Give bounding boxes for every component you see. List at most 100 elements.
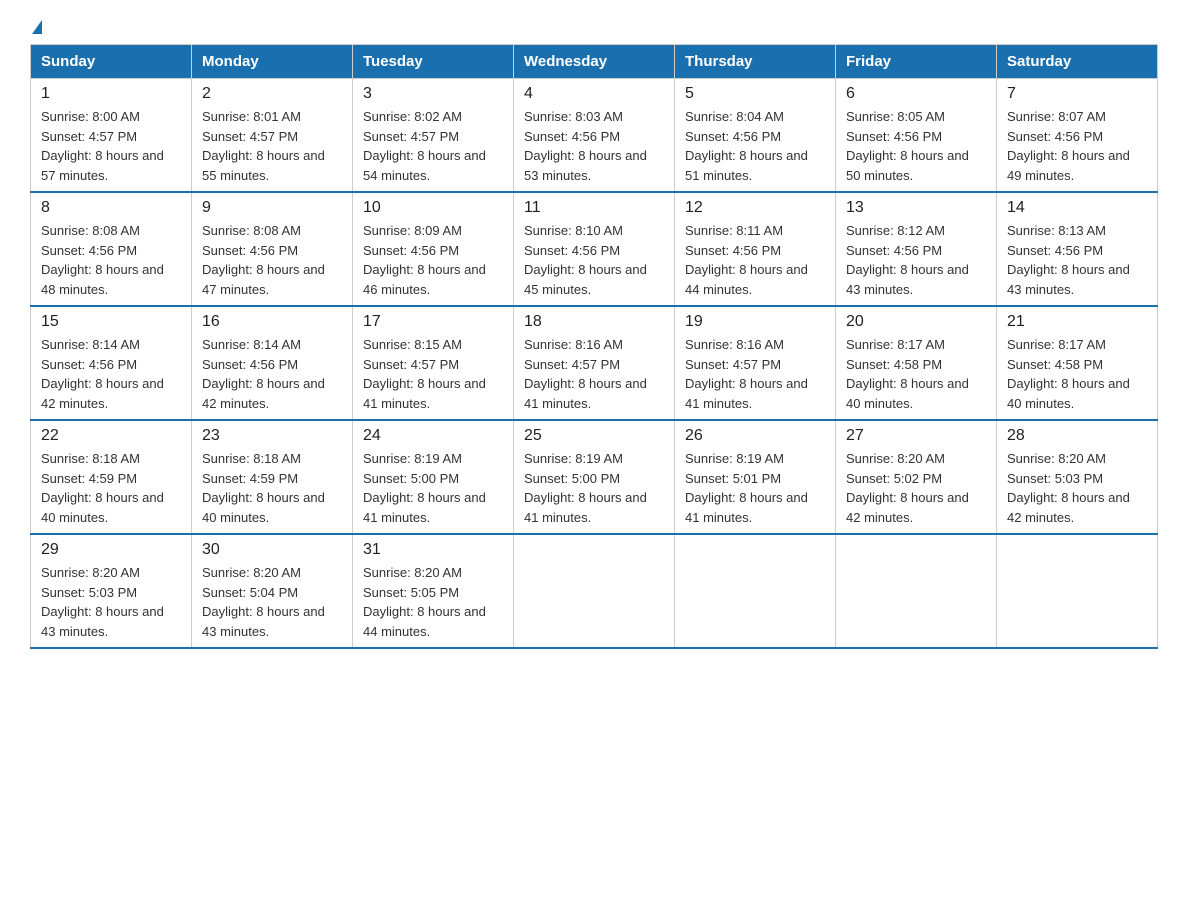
day-info: Sunrise: 8:01 AMSunset: 4:57 PMDaylight:… (202, 109, 325, 183)
calendar-cell: 22 Sunrise: 8:18 AMSunset: 4:59 PMDaylig… (31, 420, 192, 534)
calendar-cell: 1 Sunrise: 8:00 AMSunset: 4:57 PMDayligh… (31, 79, 192, 193)
day-info: Sunrise: 8:20 AMSunset: 5:05 PMDaylight:… (363, 565, 486, 639)
weekday-header-sunday: Sunday (31, 45, 192, 79)
calendar-cell (675, 534, 836, 648)
day-info: Sunrise: 8:05 AMSunset: 4:56 PMDaylight:… (846, 109, 969, 183)
day-number: 8 (41, 199, 181, 217)
calendar-cell: 31 Sunrise: 8:20 AMSunset: 5:05 PMDaylig… (353, 534, 514, 648)
weekday-header-tuesday: Tuesday (353, 45, 514, 79)
day-info: Sunrise: 8:19 AMSunset: 5:01 PMDaylight:… (685, 451, 808, 525)
calendar-cell: 21 Sunrise: 8:17 AMSunset: 4:58 PMDaylig… (997, 306, 1158, 420)
day-number: 6 (846, 85, 986, 103)
day-info: Sunrise: 8:09 AMSunset: 4:56 PMDaylight:… (363, 223, 486, 297)
day-number: 22 (41, 427, 181, 445)
day-number: 30 (202, 541, 342, 559)
day-number: 28 (1007, 427, 1147, 445)
weekday-header-friday: Friday (836, 45, 997, 79)
day-info: Sunrise: 8:13 AMSunset: 4:56 PMDaylight:… (1007, 223, 1130, 297)
calendar-week-row: 1 Sunrise: 8:00 AMSunset: 4:57 PMDayligh… (31, 79, 1158, 193)
calendar-week-row: 8 Sunrise: 8:08 AMSunset: 4:56 PMDayligh… (31, 192, 1158, 306)
weekday-header-wednesday: Wednesday (514, 45, 675, 79)
day-number: 5 (685, 85, 825, 103)
day-number: 26 (685, 427, 825, 445)
day-number: 16 (202, 313, 342, 331)
day-info: Sunrise: 8:16 AMSunset: 4:57 PMDaylight:… (524, 337, 647, 411)
calendar-cell (836, 534, 997, 648)
day-info: Sunrise: 8:14 AMSunset: 4:56 PMDaylight:… (202, 337, 325, 411)
day-number: 11 (524, 199, 664, 217)
calendar-cell: 5 Sunrise: 8:04 AMSunset: 4:56 PMDayligh… (675, 79, 836, 193)
calendar-cell: 3 Sunrise: 8:02 AMSunset: 4:57 PMDayligh… (353, 79, 514, 193)
calendar-week-row: 22 Sunrise: 8:18 AMSunset: 4:59 PMDaylig… (31, 420, 1158, 534)
calendar-cell: 7 Sunrise: 8:07 AMSunset: 4:56 PMDayligh… (997, 79, 1158, 193)
day-info: Sunrise: 8:11 AMSunset: 4:56 PMDaylight:… (685, 223, 808, 297)
weekday-header-saturday: Saturday (997, 45, 1158, 79)
calendar-cell: 14 Sunrise: 8:13 AMSunset: 4:56 PMDaylig… (997, 192, 1158, 306)
logo (30, 20, 42, 34)
day-number: 18 (524, 313, 664, 331)
calendar-cell: 23 Sunrise: 8:18 AMSunset: 4:59 PMDaylig… (192, 420, 353, 534)
calendar-header-row: SundayMondayTuesdayWednesdayThursdayFrid… (31, 45, 1158, 79)
calendar-cell: 2 Sunrise: 8:01 AMSunset: 4:57 PMDayligh… (192, 79, 353, 193)
day-info: Sunrise: 8:20 AMSunset: 5:03 PMDaylight:… (1007, 451, 1130, 525)
day-number: 4 (524, 85, 664, 103)
calendar-week-row: 15 Sunrise: 8:14 AMSunset: 4:56 PMDaylig… (31, 306, 1158, 420)
day-number: 24 (363, 427, 503, 445)
day-number: 14 (1007, 199, 1147, 217)
calendar-cell: 11 Sunrise: 8:10 AMSunset: 4:56 PMDaylig… (514, 192, 675, 306)
day-number: 9 (202, 199, 342, 217)
day-info: Sunrise: 8:15 AMSunset: 4:57 PMDaylight:… (363, 337, 486, 411)
calendar-cell (514, 534, 675, 648)
calendar-table: SundayMondayTuesdayWednesdayThursdayFrid… (30, 44, 1158, 649)
day-info: Sunrise: 8:20 AMSunset: 5:04 PMDaylight:… (202, 565, 325, 639)
day-number: 23 (202, 427, 342, 445)
calendar-cell: 13 Sunrise: 8:12 AMSunset: 4:56 PMDaylig… (836, 192, 997, 306)
calendar-cell: 27 Sunrise: 8:20 AMSunset: 5:02 PMDaylig… (836, 420, 997, 534)
day-number: 19 (685, 313, 825, 331)
calendar-cell: 29 Sunrise: 8:20 AMSunset: 5:03 PMDaylig… (31, 534, 192, 648)
day-number: 13 (846, 199, 986, 217)
calendar-cell: 24 Sunrise: 8:19 AMSunset: 5:00 PMDaylig… (353, 420, 514, 534)
day-number: 20 (846, 313, 986, 331)
day-info: Sunrise: 8:08 AMSunset: 4:56 PMDaylight:… (41, 223, 164, 297)
day-info: Sunrise: 8:18 AMSunset: 4:59 PMDaylight:… (202, 451, 325, 525)
calendar-cell: 15 Sunrise: 8:14 AMSunset: 4:56 PMDaylig… (31, 306, 192, 420)
day-number: 1 (41, 85, 181, 103)
day-number: 3 (363, 85, 503, 103)
calendar-cell: 9 Sunrise: 8:08 AMSunset: 4:56 PMDayligh… (192, 192, 353, 306)
calendar-cell: 8 Sunrise: 8:08 AMSunset: 4:56 PMDayligh… (31, 192, 192, 306)
day-info: Sunrise: 8:03 AMSunset: 4:56 PMDaylight:… (524, 109, 647, 183)
day-info: Sunrise: 8:19 AMSunset: 5:00 PMDaylight:… (524, 451, 647, 525)
day-info: Sunrise: 8:00 AMSunset: 4:57 PMDaylight:… (41, 109, 164, 183)
day-info: Sunrise: 8:02 AMSunset: 4:57 PMDaylight:… (363, 109, 486, 183)
logo-triangle-icon (32, 20, 42, 34)
day-info: Sunrise: 8:04 AMSunset: 4:56 PMDaylight:… (685, 109, 808, 183)
calendar-cell: 30 Sunrise: 8:20 AMSunset: 5:04 PMDaylig… (192, 534, 353, 648)
calendar-cell: 28 Sunrise: 8:20 AMSunset: 5:03 PMDaylig… (997, 420, 1158, 534)
day-info: Sunrise: 8:17 AMSunset: 4:58 PMDaylight:… (1007, 337, 1130, 411)
day-number: 31 (363, 541, 503, 559)
calendar-cell: 17 Sunrise: 8:15 AMSunset: 4:57 PMDaylig… (353, 306, 514, 420)
day-number: 29 (41, 541, 181, 559)
day-number: 10 (363, 199, 503, 217)
calendar-cell: 20 Sunrise: 8:17 AMSunset: 4:58 PMDaylig… (836, 306, 997, 420)
day-number: 12 (685, 199, 825, 217)
day-info: Sunrise: 8:10 AMSunset: 4:56 PMDaylight:… (524, 223, 647, 297)
calendar-cell: 10 Sunrise: 8:09 AMSunset: 4:56 PMDaylig… (353, 192, 514, 306)
day-info: Sunrise: 8:08 AMSunset: 4:56 PMDaylight:… (202, 223, 325, 297)
day-info: Sunrise: 8:20 AMSunset: 5:03 PMDaylight:… (41, 565, 164, 639)
calendar-cell: 12 Sunrise: 8:11 AMSunset: 4:56 PMDaylig… (675, 192, 836, 306)
day-number: 2 (202, 85, 342, 103)
day-info: Sunrise: 8:17 AMSunset: 4:58 PMDaylight:… (846, 337, 969, 411)
calendar-cell: 16 Sunrise: 8:14 AMSunset: 4:56 PMDaylig… (192, 306, 353, 420)
calendar-cell (997, 534, 1158, 648)
day-number: 15 (41, 313, 181, 331)
day-number: 21 (1007, 313, 1147, 331)
calendar-cell: 6 Sunrise: 8:05 AMSunset: 4:56 PMDayligh… (836, 79, 997, 193)
day-info: Sunrise: 8:07 AMSunset: 4:56 PMDaylight:… (1007, 109, 1130, 183)
calendar-cell: 26 Sunrise: 8:19 AMSunset: 5:01 PMDaylig… (675, 420, 836, 534)
day-info: Sunrise: 8:14 AMSunset: 4:56 PMDaylight:… (41, 337, 164, 411)
day-info: Sunrise: 8:20 AMSunset: 5:02 PMDaylight:… (846, 451, 969, 525)
day-number: 7 (1007, 85, 1147, 103)
weekday-header-monday: Monday (192, 45, 353, 79)
